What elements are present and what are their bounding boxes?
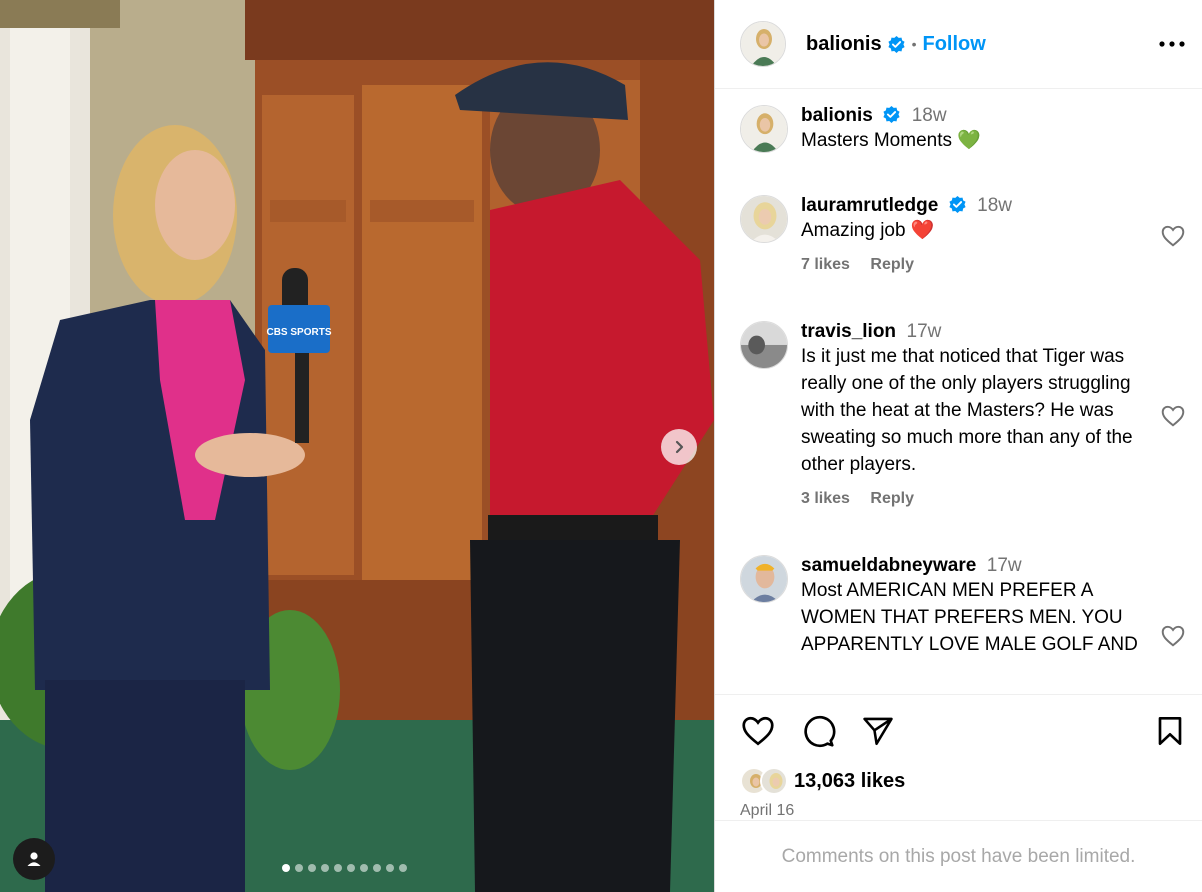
carousel-dot <box>295 864 303 872</box>
heart-icon <box>742 716 774 745</box>
bookmark-icon <box>1158 716 1182 745</box>
author-username[interactable]: balionis <box>806 33 882 56</box>
comment-text: Most AMERICAN MEN PREFER A WOMEN THAT PR… <box>801 580 1138 655</box>
like-button[interactable] <box>738 711 778 751</box>
verified-badge-icon <box>949 195 966 214</box>
tagged-users-button[interactable] <box>13 838 55 880</box>
svg-text:CBS SPORTS: CBS SPORTS <box>266 327 331 338</box>
instagram-post: CBS SPORTS balionis • Follow balionis 18… <box>0 0 1202 892</box>
comment-body: samueldabneyware 17w Most AMERICAN MEN P… <box>801 555 1186 694</box>
next-slide-button[interactable] <box>661 429 697 465</box>
comment-username[interactable]: travis_lion <box>801 321 896 342</box>
heart-outline-icon[interactable] <box>1160 223 1186 249</box>
carousel-dot <box>334 864 342 872</box>
caption: balionis 18w Masters Moments 💚 <box>740 105 1186 195</box>
comment-text: Is it just me that noticed that Tiger wa… <box>801 346 1133 475</box>
reply-button[interactable]: Reply <box>870 256 914 273</box>
more-options-button[interactable] <box>1158 30 1186 58</box>
comment-username[interactable]: lauramrutledge <box>801 195 938 216</box>
comment-time: 17w <box>986 555 1022 576</box>
avatar-image <box>741 22 785 66</box>
comment-item: lauramrutledge 18w Amazing job ❤️ 7 like… <box>740 195 1186 321</box>
comment-body: lauramrutledge 18w Amazing job ❤️ 7 like… <box>801 195 1186 321</box>
carousel-dot <box>373 864 381 872</box>
comment-text: Amazing job ❤️ <box>801 220 935 241</box>
comment-likes[interactable]: 3 likes <box>801 490 850 507</box>
comment-username[interactable]: samueldabneyware <box>801 555 976 576</box>
caption-username[interactable]: balionis <box>801 105 873 126</box>
green-heart-emoji: 💚 <box>957 130 981 151</box>
comment-time: 18w <box>977 195 1013 216</box>
carousel-dot <box>282 864 290 872</box>
follow-button[interactable]: Follow <box>922 33 985 56</box>
post-actions <box>715 694 1202 766</box>
avatar-image <box>741 322 787 368</box>
caption-body: balionis 18w Masters Moments 💚 <box>801 105 1186 195</box>
liker-avatar <box>760 767 788 795</box>
carousel-dot <box>308 864 316 872</box>
comments-list[interactable]: balionis 18w Masters Moments 💚 lauramrut… <box>715 89 1202 694</box>
likes-count[interactable]: 13,063 likes <box>794 770 905 793</box>
caption-text: Masters Moments <box>801 130 952 151</box>
post-photo: CBS SPORTS <box>0 0 714 892</box>
carousel-dots <box>282 864 407 872</box>
heart-outline-icon[interactable] <box>1160 623 1186 649</box>
comments-limited-notice: Comments on this post have been limited. <box>715 820 1202 892</box>
avatar-image <box>741 106 787 152</box>
post-media[interactable]: CBS SPORTS <box>0 0 714 892</box>
carousel-dot <box>386 864 394 872</box>
carousel-dot <box>321 864 329 872</box>
avatar-image <box>741 556 787 602</box>
carousel-dot <box>360 864 368 872</box>
comment-item: samueldabneyware 17w Most AMERICAN MEN P… <box>740 555 1186 694</box>
more-horizontal-icon <box>1159 41 1185 47</box>
commenter-avatar[interactable] <box>740 321 788 369</box>
comment-likes[interactable]: 7 likes <box>801 256 850 273</box>
avatar-image <box>741 196 787 242</box>
comment-item: travis_lion 17w Is it just me that notic… <box>740 321 1186 555</box>
post-date[interactable]: April 16 <box>715 796 1202 820</box>
carousel-dot <box>399 864 407 872</box>
author-avatar[interactable] <box>740 105 788 153</box>
verified-badge-icon <box>888 35 905 53</box>
commenter-avatar[interactable] <box>740 555 788 603</box>
verified-badge-icon <box>883 105 900 124</box>
post-header: balionis • Follow <box>715 0 1202 89</box>
post-side-panel: balionis • Follow balionis 18w Masters M… <box>714 0 1202 892</box>
chevron-right-icon <box>675 440 684 454</box>
heart-outline-icon[interactable] <box>1160 403 1186 429</box>
author-avatar[interactable] <box>740 21 786 67</box>
comment-bubble-icon <box>804 715 836 747</box>
share-button[interactable] <box>858 711 898 751</box>
reply-button[interactable]: Reply <box>870 490 914 507</box>
comment-time: 17w <box>906 321 942 342</box>
commenter-avatar[interactable] <box>740 195 788 243</box>
paper-plane-icon <box>863 717 893 745</box>
carousel-dot <box>347 864 355 872</box>
user-icon <box>27 852 41 866</box>
caption-time: 18w <box>911 105 947 126</box>
comment-body: travis_lion 17w Is it just me that notic… <box>801 321 1186 555</box>
header-separator: • <box>911 36 917 52</box>
likes-summary: 13,063 likes <box>715 766 1202 796</box>
comment-button[interactable] <box>798 711 838 751</box>
save-button[interactable] <box>1150 711 1190 751</box>
